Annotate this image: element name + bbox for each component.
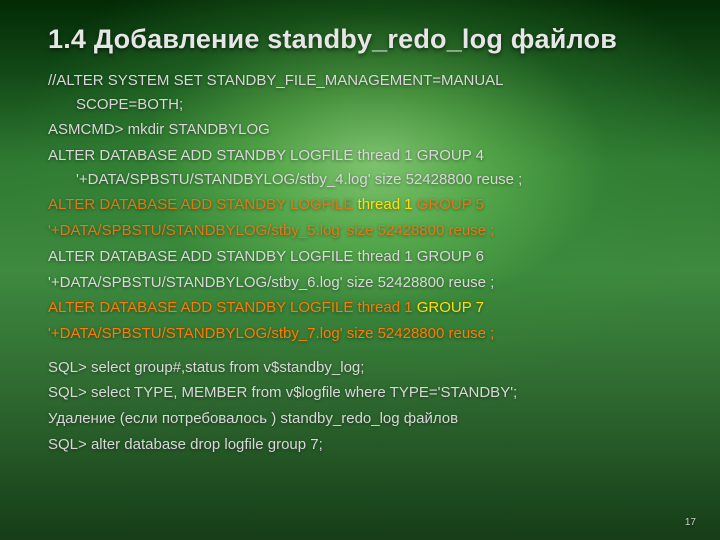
- text-highlight: GROUP 7: [417, 299, 484, 316]
- text: '+DATA/SPBSTU/STANDBYLOG/stby_4.log' siz…: [48, 168, 680, 192]
- code-line: ALTER DATABASE ADD STANDBY LOGFILE threa…: [48, 193, 680, 217]
- spacer: [48, 348, 680, 356]
- text: ALTER DATABASE ADD STANDBY LOGFILE threa…: [48, 147, 484, 164]
- text-highlight: thread 1: [358, 196, 413, 213]
- text: ALTER DATABASE ADD STANDBY LOGFILE: [48, 299, 358, 316]
- code-line: ALTER DATABASE ADD STANDBY LOGFILE threa…: [48, 245, 680, 269]
- code-line: //ALTER SYSTEM SET STANDBY_FILE_MANAGEME…: [48, 69, 680, 116]
- slide: 1.4 Добавление standby_redo_log файлов /…: [0, 0, 720, 540]
- code-line: ALTER DATABASE ADD STANDBY LOGFILE threa…: [48, 296, 680, 320]
- text: //ALTER SYSTEM SET STANDBY_FILE_MANAGEME…: [48, 72, 504, 89]
- slide-title: 1.4 Добавление standby_redo_log файлов: [48, 24, 680, 55]
- code-line: '+DATA/SPBSTU/STANDBYLOG/stby_6.log' siz…: [48, 271, 680, 295]
- code-line: Удаление (если потребовалось ) standby_r…: [48, 407, 680, 431]
- text: thread 1: [358, 299, 417, 316]
- slide-body: //ALTER SYSTEM SET STANDBY_FILE_MANAGEME…: [48, 69, 680, 456]
- code-line: '+DATA/SPBSTU/STANDBYLOG/stby_7.log' siz…: [48, 322, 680, 346]
- text: ALTER DATABASE ADD STANDBY LOGFILE: [48, 196, 358, 213]
- code-line: SQL> alter database drop logfile group 7…: [48, 433, 680, 457]
- code-line: '+DATA/SPBSTU/STANDBYLOG/stby_5.log' siz…: [48, 219, 680, 243]
- text: SCOPE=BOTH;: [48, 93, 680, 117]
- page-number: 17: [685, 517, 696, 528]
- code-line: ALTER DATABASE ADD STANDBY LOGFILE threa…: [48, 144, 680, 191]
- text: GROUP 5: [413, 196, 484, 213]
- code-line: SQL> select group#,status from v$standby…: [48, 356, 680, 380]
- code-line: ASMCMD> mkdir STANDBYLOG: [48, 118, 680, 142]
- code-line: SQL> select TYPE, MEMBER from v$logfile …: [48, 381, 680, 405]
